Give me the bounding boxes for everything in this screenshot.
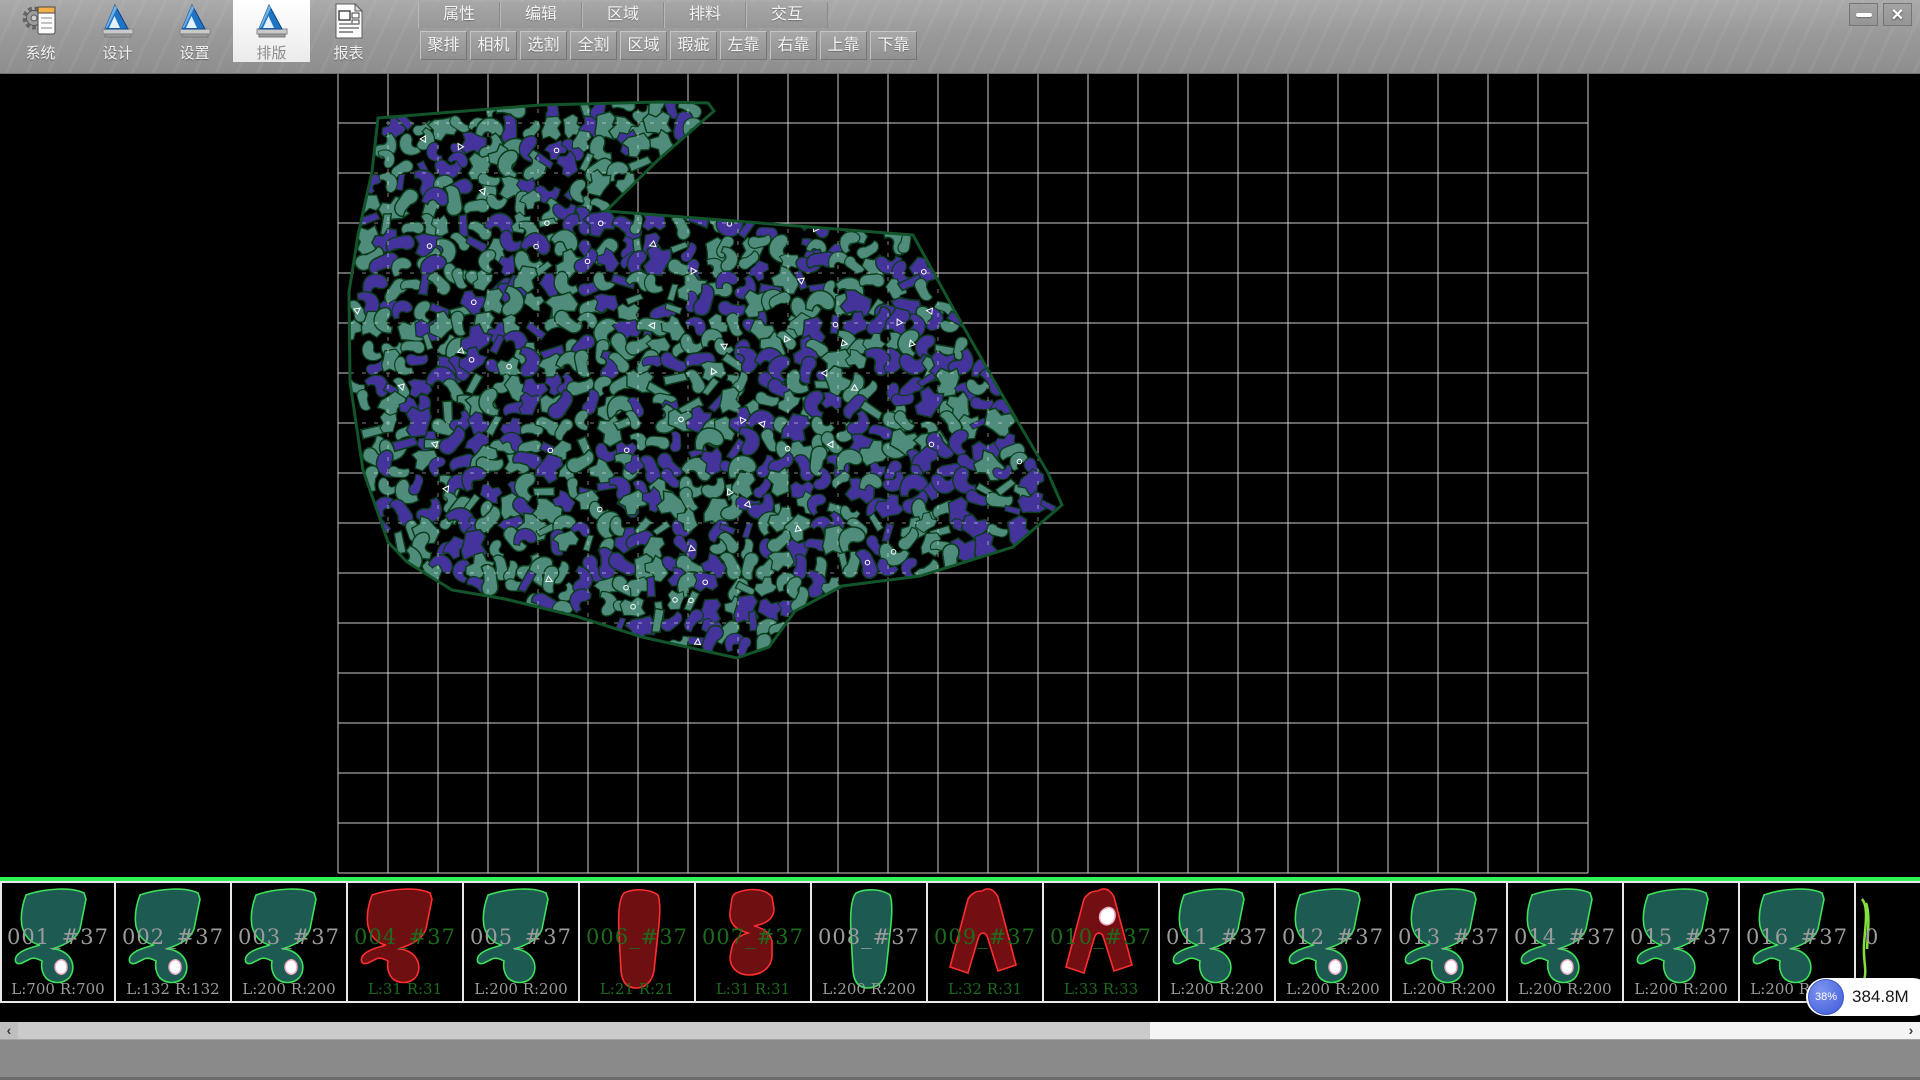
piece-shape: [2, 883, 118, 1001]
app-window: 系统设计设置排版报表 属性编辑区域排料交互 聚排相机选割全割区域瑕疵左靠右靠上靠…: [0, 0, 1920, 1080]
toolbar-button-label: 报表: [333, 42, 363, 63]
menu-tab-row: 属性编辑区域排料交互: [418, 2, 828, 28]
piece-thumbnail-13[interactable]: 013_#37L:200 R:200: [1392, 883, 1508, 1001]
top-toolbar: 系统设计设置排版报表 属性编辑区域排料交互 聚排相机选割全割区域瑕疵左靠右靠上靠…: [0, 0, 1920, 74]
bottom-status-bar: [0, 1039, 1920, 1080]
piece-shape: [348, 883, 464, 1001]
piece-thumbnail-9[interactable]: 009_#37L:32 R:31: [928, 883, 1044, 1001]
piece-thumbnail-strip: 001_#37L:700 R:700002_#37L:132 R:132003_…: [0, 881, 1920, 1003]
memory-usage-label: 384.8M: [1852, 978, 1909, 1016]
scroll-left-arrow-icon[interactable]: ‹: [0, 1022, 18, 1039]
progress-percent: 38%: [1815, 991, 1837, 1003]
settings-setsquare-icon: [175, 2, 215, 40]
design-setsquare-icon: [98, 2, 138, 40]
piece-shape: [1044, 883, 1160, 1001]
piece-thumbnail-8[interactable]: 008_#37L:200 R:200: [812, 883, 928, 1001]
ribbon-button-1[interactable]: 聚排: [420, 31, 467, 60]
horizontal-scrollbar[interactable]: ‹ ›: [0, 1022, 1920, 1039]
close-button[interactable]: ×: [1883, 3, 1912, 26]
piece-shape: [464, 883, 580, 1001]
piece-thumbnail-15[interactable]: 015_#37L:200 R:200: [1624, 883, 1740, 1001]
main-toolbar-buttons: 系统 设计 设置 排版 报表: [2, 0, 387, 62]
menu-tab-3[interactable]: 区域: [582, 2, 664, 28]
piece-shape: [696, 883, 812, 1001]
ribbon-button-5[interactable]: 区域: [620, 31, 667, 60]
piece-thumbnail-4[interactable]: 004_#37L:31 R:31: [348, 883, 464, 1001]
ribbon-button-7[interactable]: 左靠: [720, 31, 767, 60]
toolbar-button-3[interactable]: 设置: [156, 0, 233, 62]
toolbar-button-4[interactable]: 排版: [233, 0, 310, 62]
toolbar-button-label: 排版: [256, 42, 286, 63]
menu-tab-1[interactable]: 属性: [418, 2, 500, 28]
ribbon-button-6[interactable]: 瑕疵: [670, 31, 717, 60]
piece-thumbnail-5[interactable]: 005_#37L:200 R:200: [464, 883, 580, 1001]
piece-shape: [1276, 883, 1392, 1001]
toolbar-button-label: 设计: [102, 42, 132, 63]
piece-shape: [1624, 883, 1740, 1001]
ribbon-button-10[interactable]: 下靠: [870, 31, 917, 60]
piece-shape: [812, 883, 928, 1001]
piece-shape: [580, 883, 696, 1001]
piece-shape: [928, 883, 1044, 1001]
minimize-icon: [1856, 13, 1872, 17]
scrollbar-thumb[interactable]: [1150, 1022, 1902, 1039]
menu-tab-5[interactable]: 交互: [746, 2, 828, 28]
piece-thumbnail-2[interactable]: 002_#37L:132 R:132: [116, 883, 232, 1001]
piece-thumbnail-10[interactable]: 010_#37L:33 R:33: [1044, 883, 1160, 1001]
ribbon-button-2[interactable]: 相机: [470, 31, 517, 60]
piece-thumbnail-3[interactable]: 003_#37L:200 R:200: [232, 883, 348, 1001]
piece-thumbnail-14[interactable]: 014_#37L:200 R:200: [1508, 883, 1624, 1001]
ribbon-button-row: 聚排相机选割全割区域瑕疵左靠右靠上靠下靠: [420, 31, 920, 60]
progress-circle: 38%: [1808, 979, 1844, 1015]
menu-tab-4[interactable]: 排料: [664, 2, 746, 28]
scroll-right-arrow-icon[interactable]: ›: [1902, 1022, 1920, 1039]
ribbon-button-4[interactable]: 全割: [570, 31, 617, 60]
layout-setsquare-icon: [252, 2, 292, 40]
piece-shape: [1508, 883, 1624, 1001]
close-icon: ×: [1892, 5, 1904, 25]
piece-shape: [1160, 883, 1276, 1001]
status-badge: 38% 384.8M: [1806, 978, 1920, 1016]
ribbon-button-8[interactable]: 右靠: [770, 31, 817, 60]
minimize-button[interactable]: [1849, 3, 1878, 26]
piece-thumbnail-7[interactable]: 007_#37L:31 R:31: [696, 883, 812, 1001]
system-gear-icon: [21, 2, 61, 40]
window-controls: ×: [1849, 3, 1912, 26]
toolbar-button-label: 系统: [25, 42, 55, 63]
piece-thumbnail-11[interactable]: 011_#37L:200 R:200: [1160, 883, 1276, 1001]
toolbar-button-label: 设置: [179, 42, 209, 63]
toolbar-button-1[interactable]: 系统: [2, 0, 79, 62]
piece-shape: [232, 883, 348, 1001]
piece-shape: [1392, 883, 1508, 1001]
ribbon-button-3[interactable]: 选割: [520, 31, 567, 60]
report-document-icon: [329, 2, 369, 40]
piece-thumbnail-12[interactable]: 012_#37L:200 R:200: [1276, 883, 1392, 1001]
toolbar-button-5[interactable]: 报表: [310, 0, 387, 62]
piece-thumbnail-1[interactable]: 001_#37L:700 R:700: [0, 883, 116, 1001]
menu-tab-2[interactable]: 编辑: [500, 2, 582, 28]
toolbar-button-2[interactable]: 设计: [79, 0, 156, 62]
ribbon-button-9[interactable]: 上靠: [820, 31, 867, 60]
piece-thumbnail-6[interactable]: 006_#37L:21 R:21: [580, 883, 696, 1001]
piece-shape: [116, 883, 232, 1001]
